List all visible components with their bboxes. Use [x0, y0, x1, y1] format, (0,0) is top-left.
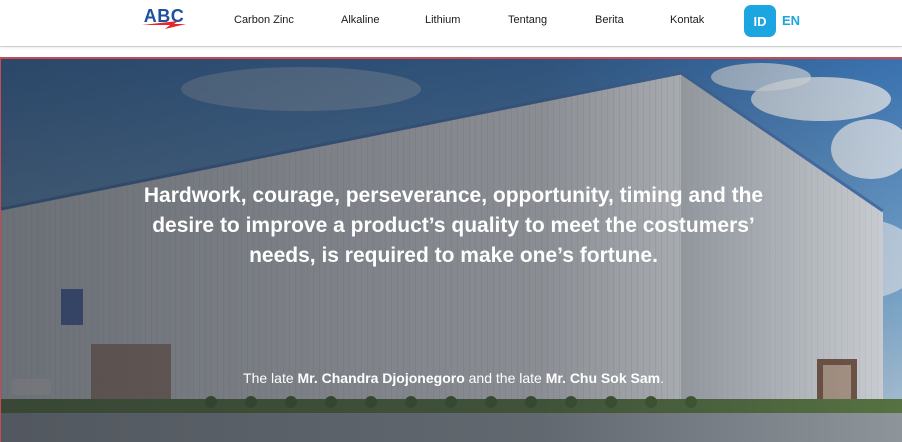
header-divider [0, 46, 902, 47]
lang-id-button[interactable]: ID [744, 5, 776, 37]
nav-tentang[interactable]: Tentang [508, 14, 547, 26]
nav-berita[interactable]: Berita [595, 14, 624, 26]
site-header: ABC Carbon Zinc Alkaline Lithium Tentang… [0, 0, 902, 46]
founder-name-2: Mr. Chu Sok Sam [545, 370, 661, 386]
abc-logo[interactable]: ABC [138, 5, 190, 31]
nav-carbon-zinc[interactable]: Carbon Zinc [234, 14, 294, 26]
lang-en-button[interactable]: EN [782, 13, 800, 28]
founder-name-1: Mr. Chandra Djojonegoro [297, 370, 465, 386]
nav-kontak[interactable]: Kontak [670, 14, 704, 26]
attribution-prefix: The late [243, 370, 298, 386]
attribution-suffix: . [660, 370, 664, 386]
attribution-middle: and the late [464, 370, 546, 386]
hero-attribution: The late Mr. Chandra Djojonegoro and the… [121, 370, 786, 386]
abc-logo-mark: ABC [142, 6, 186, 29]
nav-alkaline[interactable]: Alkaline [341, 14, 380, 26]
hero-banner: Hardwork, courage, perseverance, opportu… [0, 57, 902, 442]
nav-lithium[interactable]: Lithium [425, 14, 460, 26]
hero-quote: Hardwork, courage, perseverance, opportu… [143, 184, 764, 267]
